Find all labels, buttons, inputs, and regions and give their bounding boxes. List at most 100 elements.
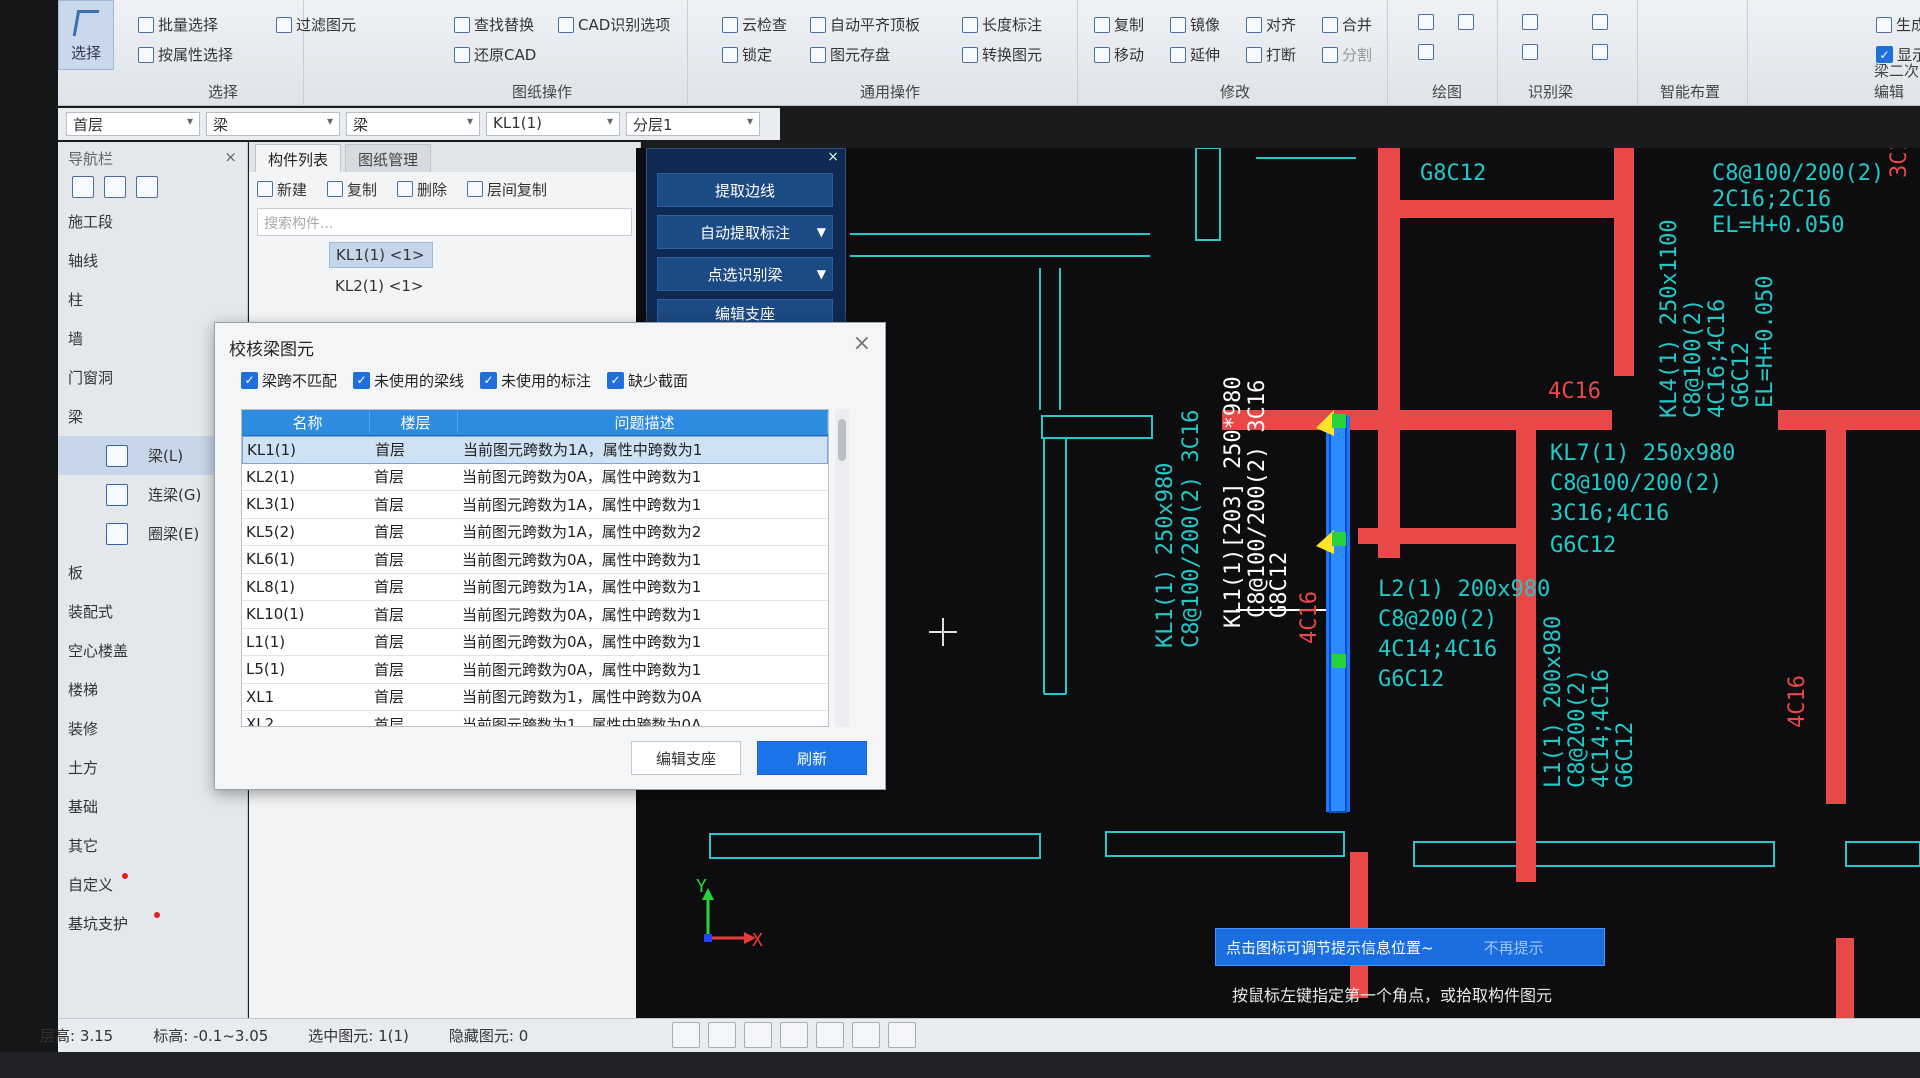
auto-align-button[interactable]: 自动平齐顶板 <box>810 14 920 35</box>
layer-select[interactable]: 分层1 <box>626 112 760 136</box>
component-tabs: 构件列表 图纸管理 <box>249 142 640 172</box>
new-component-button[interactable]: 新建 <box>257 178 307 200</box>
copy-component-button[interactable]: 复制 <box>327 178 377 200</box>
edit-support-button[interactable]: 编辑支座 <box>631 741 741 775</box>
tab-drawing-management[interactable]: 图纸管理 <box>345 144 432 172</box>
list-view-icon[interactable] <box>104 176 126 198</box>
arc-mode-icon[interactable] <box>888 1022 916 1048</box>
cross-snap-icon[interactable] <box>744 1022 772 1048</box>
restore-cad-button[interactable]: 还原CAD <box>454 44 536 65</box>
ortho-icon[interactable] <box>672 1022 700 1048</box>
dropdown-arrow-icon[interactable]: ▼ <box>817 225 826 239</box>
batch-select-button[interactable]: 批量选择 <box>138 14 218 35</box>
checkbox-span-mismatch[interactable]: ✓ 梁跨不匹配 <box>241 369 337 391</box>
notification-dot <box>122 873 128 879</box>
move-button[interactable]: 移动 <box>1094 44 1144 65</box>
align-button[interactable]: 对齐 <box>1246 14 1296 35</box>
recognize-beam-tool-1[interactable] <box>1522 14 1538 30</box>
extend-button[interactable]: 延伸 <box>1170 44 1220 65</box>
line-tool-button[interactable] <box>1418 14 1434 30</box>
merge-button[interactable]: 合并 <box>1322 14 1372 35</box>
column-header-name[interactable]: 名称 <box>242 412 370 433</box>
checkbox-unused-labels[interactable]: ✓ 未使用的标注 <box>480 369 591 391</box>
click-recognize-beam-button[interactable]: 点选识别梁 ▼ <box>657 257 833 291</box>
component-item-kl2[interactable]: KL2(1) <1> <box>329 274 433 300</box>
split-button[interactable]: 分割 <box>1322 44 1372 65</box>
nav-item-column[interactable]: 柱 <box>58 280 247 319</box>
dont-show-again-link[interactable]: 不再提示 <box>1484 937 1544 958</box>
pin-icon[interactable] <box>72 176 94 198</box>
component-item-kl1[interactable]: KL1(1) <1> <box>329 242 433 268</box>
find-replace-button[interactable]: 查找替换 <box>454 14 534 35</box>
recognize-beam-tool-4[interactable] <box>1592 44 1608 60</box>
dynamic-input-icon[interactable] <box>852 1022 880 1048</box>
close-icon[interactable]: × <box>827 149 839 165</box>
delete-component-button[interactable]: 删除 <box>397 178 447 200</box>
nav-item-other[interactable]: 其它 <box>58 826 247 865</box>
table-row[interactable]: KL2(1) 首层 当前图元跨数为0A，属性中跨数为1 <box>242 464 828 491</box>
column-header-description[interactable]: 问题描述 <box>458 412 828 433</box>
table-row[interactable]: L1(1) 首层 当前图元跨数为0A，属性中跨数为1 <box>242 629 828 656</box>
table-scrollbar[interactable] <box>835 409 849 727</box>
copy-button[interactable]: 复制 <box>1094 14 1144 35</box>
component-toolbar: 新建 复制 删除 层间复制 <box>249 172 640 206</box>
break-button[interactable]: 打断 <box>1246 44 1296 65</box>
close-icon[interactable]: × <box>853 331 871 356</box>
mirror-button[interactable]: 镜像 <box>1170 14 1220 35</box>
table-row[interactable]: KL8(1) 首层 当前图元跨数为1A，属性中跨数为1 <box>242 574 828 601</box>
nav-item-segment[interactable]: 施工段 <box>58 202 247 241</box>
nav-item-pit-support[interactable]: 基坑支护 <box>58 904 247 943</box>
table-row[interactable]: KL5(2) 首层 当前图元跨数为1A，属性中跨数为2 <box>242 519 828 546</box>
table-row[interactable]: KL10(1) 首层 当前图元跨数为0A，属性中跨数为1 <box>242 601 828 629</box>
dropdown-arrow-icon[interactable]: ▼ <box>817 267 826 281</box>
table-row[interactable]: KL3(1) 首层 当前图元跨数为1A，属性中跨数为1 <box>242 491 828 519</box>
detail-view-icon[interactable] <box>136 176 158 198</box>
snap-icon[interactable] <box>708 1022 736 1048</box>
cad-options-button[interactable]: CAD识别选项 <box>558 14 670 35</box>
nav-item-axis[interactable]: 轴线 <box>58 241 247 280</box>
nav-item-foundation[interactable]: 基础 <box>58 787 247 826</box>
offset-icon[interactable] <box>816 1022 844 1048</box>
scrollbar-thumb[interactable] <box>838 419 846 461</box>
table-row[interactable]: KL1(1) 首层 当前图元跨数为1A，属性中跨数为1 <box>242 436 828 464</box>
extract-edge-button[interactable]: 提取边线 <box>657 173 833 207</box>
table-row[interactable]: L5(1) 首层 当前图元跨数为0A，属性中跨数为1 <box>242 656 828 684</box>
arc-tool-button[interactable] <box>1418 44 1434 60</box>
recognize-beam-tool-3[interactable] <box>1522 44 1538 60</box>
type-select[interactable]: 梁 <box>346 112 480 136</box>
tip-banner[interactable]: 点击图标可调节提示信息位置~ 不再提示 <box>1215 928 1605 966</box>
group-label-drawing-ops: 图纸操作 <box>512 83 573 101</box>
filter-elements-button[interactable]: 过滤图元 <box>276 14 356 35</box>
floor-copy-button[interactable]: 层间复制 <box>467 178 547 200</box>
nav-item-custom[interactable]: 自定义 <box>58 865 247 904</box>
store-element-button[interactable]: 图元存盘 <box>810 44 890 65</box>
label-l1: L1(1) 200x980 <box>1541 616 1566 788</box>
select-button[interactable]: 选择 <box>58 0 114 70</box>
category-select[interactable]: 梁 <box>206 112 340 136</box>
convert-element-button[interactable]: 转换图元 <box>962 44 1042 65</box>
tab-component-list[interactable]: 构件列表 <box>255 144 342 172</box>
table-row[interactable]: XL1 首层 当前图元跨数为1，属性中跨数为0A <box>242 684 828 711</box>
refresh-button[interactable]: 刷新 <box>757 741 867 775</box>
column-header-floor[interactable]: 楼层 <box>370 412 458 433</box>
cloud-check-button[interactable]: 云检查 <box>722 14 787 35</box>
dialog-title: 校核梁图元 × <box>229 331 871 360</box>
component-select[interactable]: KL1(1) <box>486 112 620 136</box>
angle-icon[interactable] <box>780 1022 808 1048</box>
checkbox-unused-beam-lines[interactable]: ✓ 未使用的梁线 <box>353 369 464 391</box>
close-icon[interactable]: × <box>224 148 237 166</box>
length-dimension-button[interactable]: 长度标注 <box>962 14 1042 35</box>
lock-button[interactable]: 锁定 <box>722 44 772 65</box>
auto-extract-label-button[interactable]: 自动提取标注 ▼ <box>657 215 833 249</box>
dimension-icon <box>962 16 978 33</box>
rect-tool-button[interactable] <box>1458 14 1474 30</box>
select-by-attribute-button[interactable]: 按属性选择 <box>138 44 233 65</box>
table-row[interactable]: KL6(1) 首层 当前图元跨数为0A，属性中跨数为1 <box>242 546 828 574</box>
floor-select[interactable]: 首层 <box>66 112 200 136</box>
component-search-input[interactable]: 搜索构件... <box>257 208 632 236</box>
checkbox-missing-section[interactable]: ✓ 缺少截面 <box>607 369 688 391</box>
generate-hanger-button[interactable]: 生成吊筋 <box>1876 14 1920 35</box>
table-row[interactable]: XL2 首层 当前图元跨数为1，属性中跨数为0A <box>242 711 828 726</box>
recognize-beam-tool-2[interactable] <box>1592 14 1608 30</box>
label-l2-stirrup: C8@200(2) <box>1378 607 1497 632</box>
